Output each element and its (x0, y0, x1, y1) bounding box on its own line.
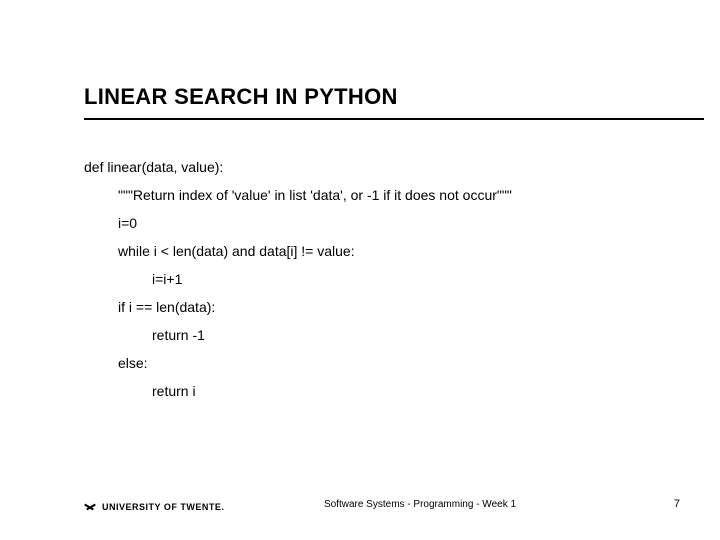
code-line-retneg: return -1 (84, 328, 644, 342)
code-line-else: else: (84, 356, 644, 370)
code-line-doc: """Return index of 'value' in list 'data… (84, 188, 644, 202)
slide-title: LINEAR SEARCH IN PYTHON (84, 84, 398, 110)
code-line-init: i=0 (84, 216, 644, 230)
title-rule (84, 118, 704, 120)
slide: LINEAR SEARCH IN PYTHON def linear(data,… (0, 0, 720, 540)
code-line-incr: i=i+1 (84, 272, 644, 286)
code-block: def linear(data, value): """Return index… (84, 160, 644, 412)
footer-center-text: Software Systems - Programming - Week 1 (0, 499, 720, 510)
code-line-def: def linear(data, value): (84, 160, 644, 174)
code-line-while: while i < len(data) and data[i] != value… (84, 244, 644, 258)
page-number: 7 (674, 498, 680, 510)
code-line-reti: return i (84, 384, 644, 398)
code-line-if: if i == len(data): (84, 300, 644, 314)
